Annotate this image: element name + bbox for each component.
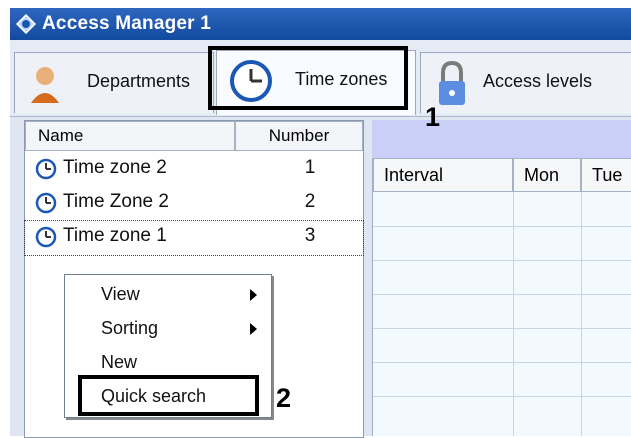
grid-column-line (513, 192, 514, 436)
row-name: Time zone 2 (63, 157, 167, 178)
list-header: Name Number (25, 121, 363, 151)
column-header-mon[interactable]: Mon (513, 158, 581, 192)
column-header-interval[interactable]: Interval (373, 158, 513, 192)
column-header-name[interactable]: Name (25, 121, 235, 151)
schedule-grid[interactable]: Interval Mon Tue (372, 158, 631, 436)
grid-column-line (581, 192, 582, 436)
window-title: Access Manager 1 (42, 13, 212, 34)
menu-highlight-outline (78, 375, 259, 416)
tab-label-access-levels: Access levels (483, 71, 593, 91)
menu-item-view[interactable]: View (65, 277, 271, 311)
app-logo-icon (16, 14, 36, 34)
grid-row-line (373, 328, 631, 329)
grid-row-line (373, 396, 631, 397)
grid-header: Interval Mon Tue (373, 158, 631, 192)
menu-item-label: View (101, 284, 140, 304)
submenu-arrow-icon (250, 289, 257, 301)
list-row[interactable]: Time Zone 2 2 (25, 187, 363, 221)
column-header-tue[interactable]: Tue (581, 158, 631, 192)
row-number: 3 (304, 225, 316, 246)
row-number: 1 (304, 157, 316, 178)
menu-item-new[interactable]: New (65, 345, 271, 379)
row-number: 2 (304, 191, 316, 212)
clock-icon (35, 226, 57, 248)
callout-number-1: 1 (425, 102, 441, 132)
callout-number-2: 2 (276, 383, 292, 413)
tab-departments[interactable]: Departments (14, 52, 214, 113)
grid-row-line (373, 226, 631, 227)
title-bar: Access Manager 1 (10, 8, 631, 40)
tab-highlight-outline (208, 46, 408, 110)
row-name: Time zone 1 (63, 225, 167, 246)
list-row[interactable]: Time zone 2 1 (25, 153, 363, 187)
tab-access-levels[interactable]: Access levels (420, 52, 631, 113)
menu-item-label: Sorting (101, 318, 159, 338)
menu-item-label: New (101, 352, 138, 372)
grid-row-line (373, 294, 631, 295)
tab-label-departments: Departments (87, 71, 191, 91)
grid-row-line (373, 260, 631, 261)
clock-icon (35, 192, 57, 214)
list-row-selected[interactable]: Time zone 1 3 (24, 220, 364, 256)
clock-icon (35, 158, 57, 180)
grid-row-line (373, 362, 631, 363)
row-name: Time Zone 2 (63, 191, 169, 212)
menu-item-sorting[interactable]: Sorting (65, 311, 271, 345)
person-icon (31, 67, 59, 103)
lock-icon (439, 60, 465, 105)
column-header-number[interactable]: Number (235, 121, 363, 151)
submenu-arrow-icon (250, 323, 257, 335)
